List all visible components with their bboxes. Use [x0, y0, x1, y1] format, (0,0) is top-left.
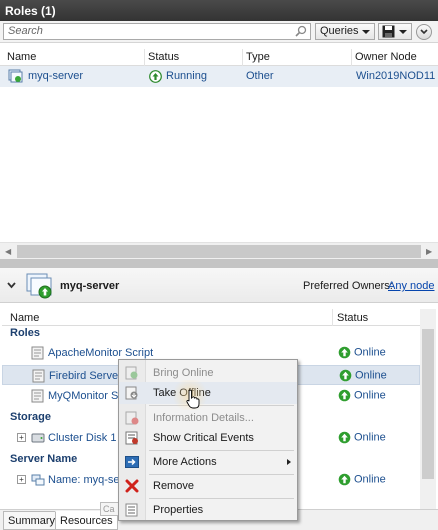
section-server-name: Server Name — [10, 453, 78, 465]
any-node-link[interactable]: Any node — [388, 280, 434, 292]
expand-plus-icon[interactable]: + — [17, 433, 26, 442]
scrollbar-thumb[interactable] — [422, 329, 434, 479]
queries-dropdown-button[interactable]: Queries — [315, 23, 375, 40]
properties-icon — [125, 503, 138, 517]
expand-plus-icon[interactable]: + — [17, 475, 26, 484]
collapse-toolbar-button[interactable] — [416, 24, 432, 40]
menu-item-remove[interactable]: Remove — [119, 475, 297, 497]
menu-item-properties[interactable]: Properties — [119, 499, 297, 521]
column-header-name[interactable]: Name — [10, 312, 39, 324]
script-resource-icon — [31, 346, 44, 360]
resource-name: Cluster Disk 1 — [48, 432, 117, 444]
resource-status: Online — [338, 473, 386, 486]
information-details-icon — [125, 411, 139, 425]
section-storage: Storage — [10, 411, 51, 423]
save-query-button[interactable] — [378, 23, 412, 40]
online-status-icon — [339, 369, 352, 382]
menu-label: Information Details... — [153, 412, 254, 424]
search-placeholder: Search — [8, 25, 43, 37]
chevron-down-icon — [399, 30, 407, 34]
online-status-icon — [338, 389, 351, 402]
cluster-role-icon — [26, 273, 52, 299]
scroll-right-icon[interactable]: ▶ — [426, 247, 432, 256]
resource-name: Firebird Server - — [49, 370, 129, 382]
resource-status-text: Online — [354, 389, 386, 402]
chevron-down-icon — [362, 30, 370, 34]
online-status-icon — [338, 473, 351, 486]
menu-item-show-critical-events[interactable]: Show Critical Events — [119, 427, 297, 449]
preferred-owners-label: Preferred Owners: — [303, 280, 393, 292]
details-title: myq-server — [60, 280, 120, 292]
menu-item-more-actions[interactable]: More Actions — [119, 451, 297, 473]
cluster-role-icon — [8, 69, 23, 83]
roles-grid-header: Name Status Type Owner Node — [0, 49, 438, 66]
column-header-type[interactable]: Type — [246, 51, 270, 63]
menu-label: Properties — [153, 504, 204, 516]
section-roles: Roles — [10, 327, 40, 339]
menu-label: Bring Online — [153, 367, 214, 379]
resource-status-text: Online — [354, 473, 386, 486]
role-owner-node: Win2019NOD11 — [356, 70, 436, 82]
details-header: myq-server Preferred Owners: Any node — [0, 268, 438, 303]
bring-online-icon — [125, 366, 138, 380]
chevron-down-icon[interactable] — [7, 281, 16, 290]
take-offline-icon — [125, 386, 138, 400]
scrollbar-thumb[interactable] — [17, 245, 421, 258]
script-resource-icon — [31, 389, 44, 403]
resource-status-text: Online — [355, 369, 387, 382]
search-icon — [295, 25, 307, 37]
resource-status: Online — [338, 431, 386, 444]
submenu-arrow-icon — [287, 459, 291, 465]
horizontal-scrollbar[interactable]: ◀ ▶ — [0, 242, 438, 259]
menu-label: More Actions — [153, 456, 217, 468]
running-status-icon — [149, 70, 162, 83]
scroll-left-icon[interactable]: ◀ — [5, 247, 11, 256]
role-type: Other — [246, 70, 274, 82]
resource-status-text: Online — [354, 346, 386, 359]
script-resource-icon — [32, 369, 45, 383]
remove-icon — [125, 479, 139, 493]
table-row[interactable]: myq-server Running Other Win2019NOD11 — [0, 66, 438, 87]
resource-status: Online — [339, 369, 387, 382]
hand-cursor-icon — [186, 389, 200, 409]
tab-summary[interactable]: Summary — [3, 511, 61, 530]
resources-grid-header: Name Status — [2, 309, 420, 326]
menu-item-information-details[interactable]: Information Details... — [119, 407, 297, 429]
resource-name: ApacheMonitor Script — [48, 347, 154, 359]
roles-pane-title: Roles (1) — [0, 0, 438, 21]
online-status-icon — [338, 431, 351, 444]
vertical-scrollbar[interactable] — [420, 309, 436, 509]
network-name-icon — [31, 474, 45, 486]
queries-label: Queries — [320, 25, 359, 37]
online-status-icon — [338, 346, 351, 359]
critical-events-icon — [125, 431, 138, 445]
pane-splitter[interactable] — [0, 259, 438, 268]
chevron-down-icon — [420, 29, 428, 35]
menu-label: Remove — [153, 480, 194, 492]
column-header-status[interactable]: Status — [148, 51, 179, 63]
column-header-name[interactable]: Name — [7, 51, 36, 63]
roles-toolbar: Search Queries — [0, 21, 438, 43]
more-actions-icon — [125, 456, 139, 468]
disk-icon — [31, 433, 45, 443]
column-header-status[interactable]: Status — [337, 312, 368, 324]
role-status: Running — [166, 70, 207, 82]
role-name: myq-server — [28, 70, 84, 82]
resource-status-text: Online — [354, 431, 386, 444]
search-input[interactable]: Search — [3, 23, 311, 40]
save-icon — [382, 25, 395, 38]
menu-label: Show Critical Events — [153, 432, 254, 444]
resource-status: Online — [338, 389, 386, 402]
resource-status: Online — [338, 346, 386, 359]
column-header-owner-node[interactable]: Owner Node — [355, 51, 417, 63]
